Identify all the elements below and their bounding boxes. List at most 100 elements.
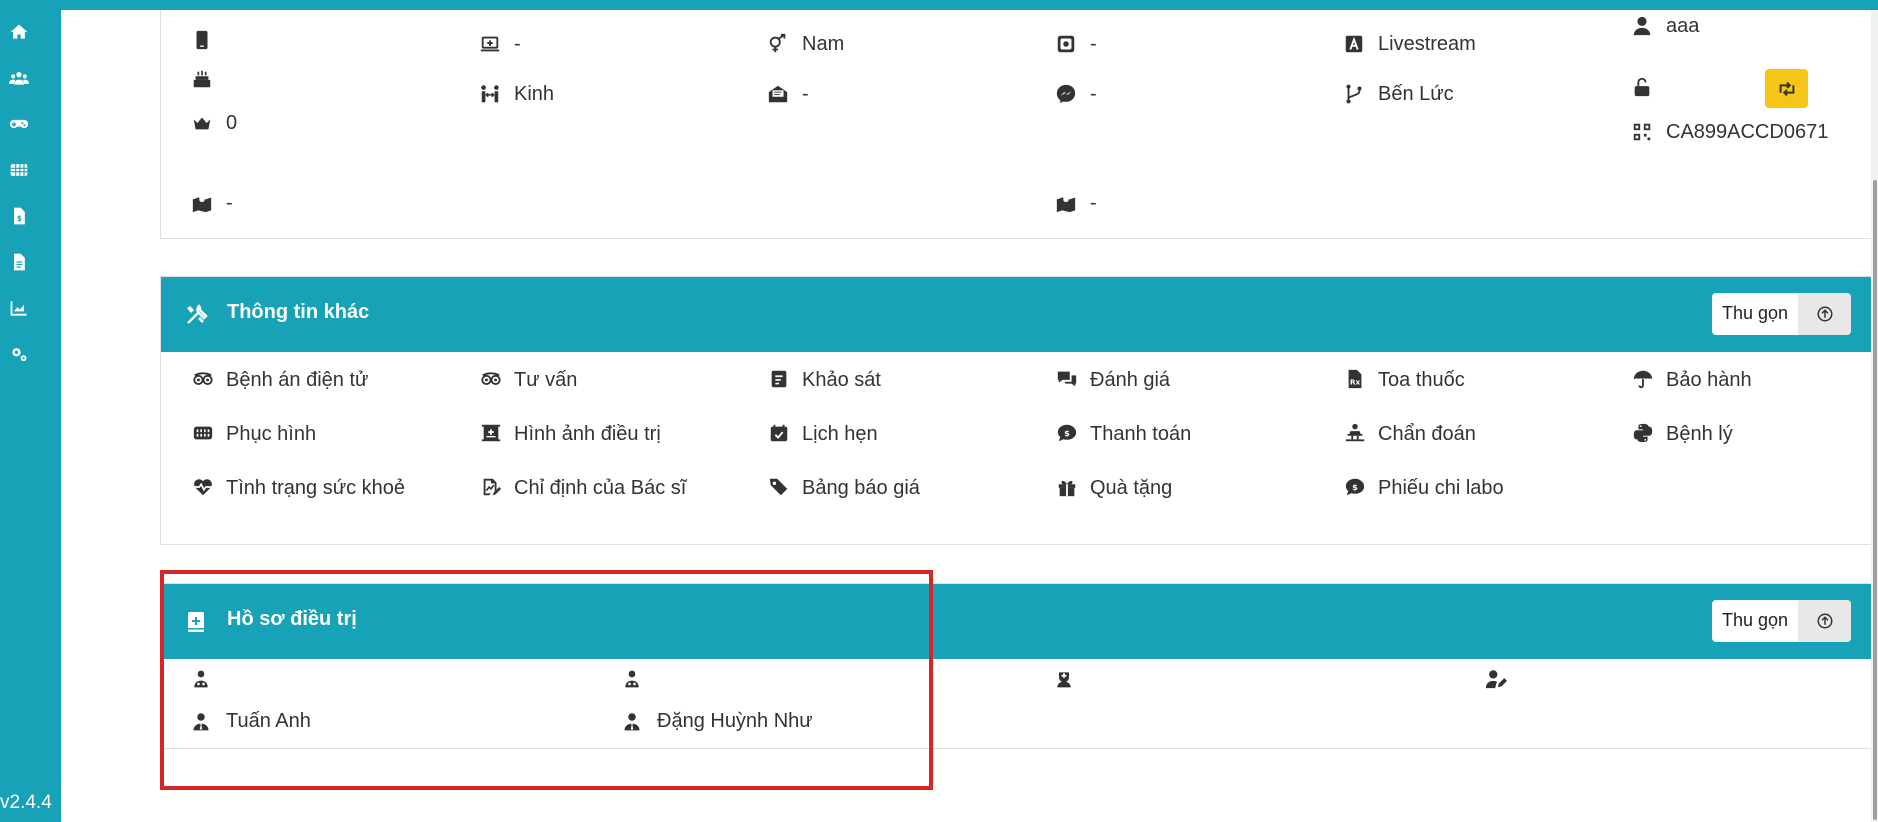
other-info-link[interactable]: Chẩn đoán (1342, 419, 1476, 449)
retweet-icon (1779, 81, 1794, 96)
crown-icon (190, 111, 214, 135)
document-icon[interactable] (9, 252, 33, 276)
other-info-link[interactable]: Tư vấn (478, 365, 577, 395)
address2-field: - (1054, 191, 1097, 215)
other-info-link[interactable]: Bảng báo giá (766, 473, 920, 503)
other-info-link[interactable]: Bệnh lý (1630, 419, 1733, 449)
email-field: - (766, 82, 809, 106)
sidebar: $ v2.4.4 (0, 0, 61, 822)
email-value: - (802, 82, 809, 105)
birthday-field (190, 67, 226, 91)
collapse-label: Thu gọn (1721, 610, 1789, 630)
ethnicity-field: Kinh (478, 82, 554, 106)
python-icon (1630, 420, 1656, 446)
calendar-check-icon (766, 420, 792, 446)
other-info-collapse-button[interactable]: Thu gọn (1712, 293, 1851, 335)
instagram-value: - (1090, 32, 1097, 55)
arrow-circle-up-icon (1798, 293, 1851, 335)
teeth-icon (190, 420, 216, 446)
unlock-icon (1630, 75, 1654, 99)
heartbeat-icon (190, 474, 216, 500)
map-marked-icon (190, 191, 214, 215)
other-info-link-label: Phục hình (226, 423, 317, 445)
other-info-link-label: Thanh toán (1090, 423, 1192, 445)
settings-icon[interactable] (9, 344, 33, 368)
svg-text:$: $ (17, 214, 22, 223)
treatment-records-collapse-button[interactable]: Thu gọn (1712, 600, 1851, 642)
gift-icon (1054, 474, 1080, 500)
messenger-value: - (1090, 82, 1097, 105)
user-field: aaa (1630, 14, 1699, 38)
laptop-medical-icon (478, 32, 502, 56)
mobile-icon (190, 28, 214, 52)
source-value: Livestream (1378, 32, 1476, 55)
branch-field: Bến Lức (1342, 82, 1454, 106)
grid-icon[interactable] (9, 160, 33, 184)
survey-icon (766, 366, 792, 392)
envelope-open-icon (766, 82, 790, 106)
points-value: 0 (226, 111, 238, 134)
chart-icon[interactable] (9, 298, 33, 322)
scrollbar-thumb[interactable] (1873, 180, 1877, 820)
lock-field (1630, 75, 1666, 99)
home-icon[interactable] (9, 22, 33, 46)
device-value: - (514, 32, 521, 55)
other-info-link[interactable]: Hình ảnh điều trị (478, 419, 661, 449)
clinic-image-icon (478, 420, 504, 446)
users-icon[interactable] (9, 68, 33, 92)
points-field: 0 (190, 111, 237, 135)
other-info-link-label: Bệnh lý (1666, 423, 1733, 445)
other-info-link[interactable]: Đánh giá (1054, 365, 1170, 395)
nurse-header-icon (1053, 668, 1089, 690)
branch-value: Bến Lức (1378, 82, 1454, 105)
map-marked-icon (1054, 191, 1078, 215)
other-info-link[interactable]: Chỉ định của Bác sĩ (478, 473, 686, 503)
prescription-icon: Rx (1342, 366, 1368, 392)
phone-field (190, 28, 226, 52)
other-info-link[interactable]: Rx Toa thuốc (1342, 365, 1465, 395)
other-info-link-label: Bệnh án điện tử (226, 369, 369, 391)
svg-text:$: $ (1352, 482, 1358, 492)
tripadvisor-icon (478, 366, 504, 392)
diagnosis-icon (1342, 420, 1368, 446)
invoice-icon[interactable]: $ (9, 206, 33, 230)
payment-comment-icon: $ (1342, 474, 1368, 500)
other-info-link-label: Tư vấn (514, 369, 578, 391)
code-field: CA899ACCD0671 (1630, 120, 1828, 144)
birthday-cake-icon (190, 67, 214, 91)
scrollbar[interactable] (1871, 10, 1878, 822)
top-bar (0, 0, 1878, 10)
qrcode-icon (1630, 120, 1654, 144)
other-info-link[interactable]: $ Thanh toán (1054, 419, 1191, 449)
other-info-link[interactable]: Bệnh án điện tử (190, 365, 368, 395)
other-info-link[interactable]: Lịch hẹn (766, 419, 878, 449)
source-field: Livestream (1342, 32, 1476, 56)
address-value: - (226, 191, 233, 214)
other-info-link-label: Quà tặng (1090, 477, 1173, 499)
swap-button[interactable] (1765, 69, 1808, 108)
signature-icon (478, 474, 504, 500)
tags-icon (766, 474, 792, 500)
other-info-link[interactable]: Tình trạng sức khoẻ (190, 473, 406, 503)
user-edit-icon (1485, 668, 1521, 690)
payment-comment-icon: $ (1054, 420, 1080, 446)
other-info-link-label: Toa thuốc (1378, 369, 1465, 391)
user-value: aaa (1666, 14, 1700, 37)
instagram-icon (1054, 32, 1078, 56)
other-info-header: Thông tin khác Thu gọn (161, 277, 1876, 352)
other-info-link-label: Đánh giá (1090, 369, 1171, 391)
font-awesome-a-icon (1342, 32, 1366, 56)
customer-code-value: CA899ACCD0671 (1666, 120, 1829, 143)
other-info-link[interactable]: Quà tặng (1054, 473, 1172, 503)
other-info-link[interactable]: Phục hình (190, 419, 316, 449)
address2-value: - (1090, 191, 1097, 214)
gender-value: Nam (802, 32, 845, 55)
gamepad-icon[interactable] (9, 114, 33, 138)
other-info-link[interactable]: Khảo sát (766, 365, 881, 395)
ethnicity-value: Kinh (514, 82, 555, 105)
other-info-link-label: Bảo hành (1666, 369, 1752, 391)
other-info-link[interactable]: Bảo hành (1630, 365, 1752, 395)
other-info-title: Thông tin khác (227, 301, 370, 323)
customer-info-card: 0 - - Kinh Nam - - - - Livestream Bến Lứ… (160, 10, 1877, 239)
other-info-link[interactable]: $ Phiếu chi labo (1342, 473, 1504, 503)
